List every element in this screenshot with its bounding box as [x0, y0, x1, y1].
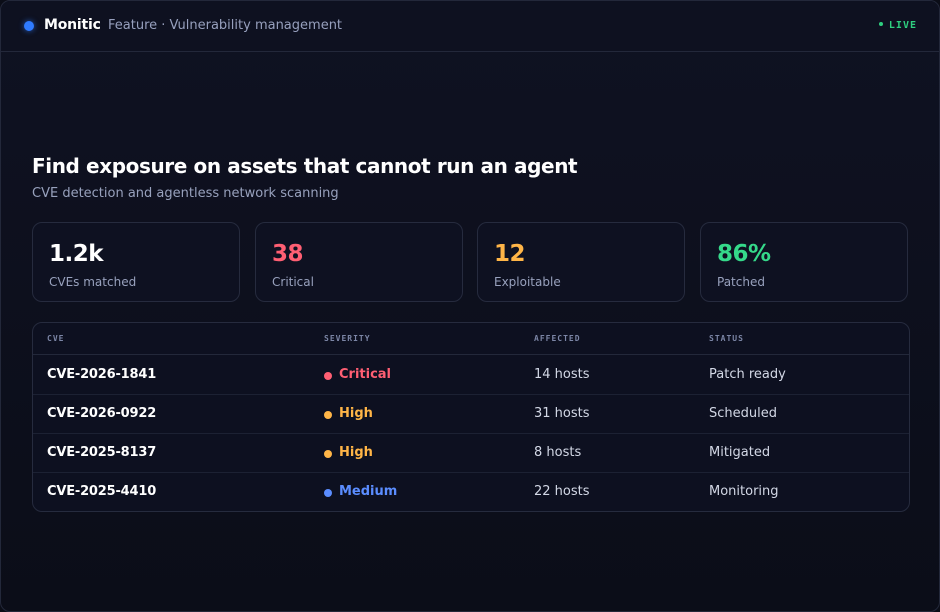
status-text: Patch ready [709, 367, 786, 382]
brand-logo-icon [24, 21, 34, 31]
brand-name[interactable]: Monitic [44, 17, 101, 33]
stat-label: Patched [717, 275, 765, 289]
table-row[interactable]: CVE-2025-4410 Medium 22 hosts Monitoring [33, 472, 909, 511]
stat-card-patched: 86% Patched [700, 222, 908, 302]
table-row[interactable]: CVE-2026-0922 High 31 hosts Scheduled [33, 394, 909, 434]
severity-dot-icon [324, 411, 332, 419]
stat-value: 38 [272, 241, 304, 267]
stat-label: Exploitable [494, 275, 561, 289]
stat-card-cves-matched: 1.2k CVEs matched [32, 222, 240, 302]
column-header-severity[interactable]: SEVERITY [324, 334, 371, 343]
cve-id[interactable]: CVE-2026-1841 [47, 367, 156, 382]
stat-card-critical: 38 Critical [255, 222, 463, 302]
severity-dot-icon [324, 450, 332, 458]
top-bar: Monitic Feature · Vulnerability manageme… [1, 1, 939, 52]
status-text: Monitoring [709, 484, 779, 499]
severity-dot-icon [324, 372, 332, 380]
vulnerability-table: CVE SEVERITY AFFECTED STATUS CVE-2026-18… [32, 322, 910, 512]
stat-card-exploitable: 12 Exploitable [477, 222, 685, 302]
severity-label: Medium [339, 484, 398, 499]
severity-label: High [339, 406, 373, 421]
column-header-cve[interactable]: CVE [47, 334, 64, 343]
stat-label: Critical [272, 275, 314, 289]
table-row[interactable]: CVE-2025-8137 High 8 hosts Mitigated [33, 433, 909, 473]
table-row[interactable]: CVE-2026-1841 Critical 14 hosts Patch re… [33, 355, 909, 395]
stat-value: 86% [717, 241, 771, 267]
breadcrumb: Feature · Vulnerability management [108, 18, 343, 33]
severity-dot-icon [324, 489, 332, 497]
live-label: LIVE [888, 20, 917, 31]
affected-hosts: 14 hosts [534, 367, 590, 382]
page-title: Find exposure on assets that cannot run … [32, 154, 578, 178]
page-subtitle: CVE detection and agentless network scan… [32, 186, 339, 201]
affected-hosts: 8 hosts [534, 445, 582, 460]
affected-hosts: 22 hosts [534, 484, 590, 499]
stat-value: 12 [494, 241, 526, 267]
column-header-status[interactable]: STATUS [709, 334, 744, 343]
live-dot-icon [878, 22, 883, 26]
column-header-affected[interactable]: AFFECTED [534, 334, 581, 343]
cve-id[interactable]: CVE-2026-0922 [47, 406, 156, 421]
status-text: Mitigated [709, 445, 771, 460]
stat-value: 1.2k [49, 241, 104, 267]
status-text: Scheduled [709, 406, 777, 421]
stat-label: CVEs matched [49, 275, 137, 289]
table-header: CVE SEVERITY AFFECTED STATUS [33, 323, 909, 355]
live-indicator: LIVE [878, 20, 917, 31]
cve-id[interactable]: CVE-2025-8137 [47, 445, 156, 460]
severity-label: Critical [339, 367, 392, 382]
affected-hosts: 31 hosts [534, 406, 590, 421]
app-window: Monitic Feature · Vulnerability manageme… [0, 0, 940, 612]
cve-id[interactable]: CVE-2025-4410 [47, 484, 156, 499]
severity-label: High [339, 445, 373, 460]
